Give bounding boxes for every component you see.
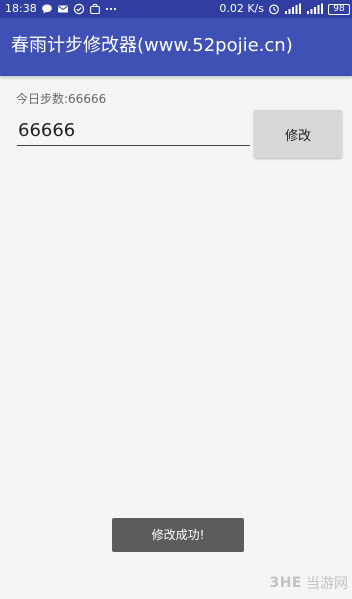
watermark-site: 当游网 [306,576,348,592]
app-bar: 春雨计步修改器(www.52pojie.cn) [0,18,352,76]
watermark: 3HE 当游网 [269,573,348,593]
status-time: 18:38 [5,2,37,15]
mail-icon [57,3,69,15]
network-speed: 0.02 K/s [219,2,264,15]
app-title: 春雨计步修改器(www.52pojie.cn) [11,35,293,56]
today-steps-label: 今日步数:66666 [16,92,107,106]
status-bar: 18:38 0.02 K/s 98 [0,0,352,18]
battery-level: 98 [333,3,345,14]
status-left-group: 18:38 [5,0,117,18]
toast-message: 修改成功! [112,518,244,552]
chat-bubble-icon [41,3,53,15]
steps-input[interactable] [17,116,250,146]
battery-icon: 98 [328,3,350,15]
watermark-brand: 3HE [269,575,302,591]
more-dots-icon [105,3,117,15]
alarm-icon [268,3,280,15]
modify-button[interactable]: 修改 [254,110,342,158]
status-right-group: 0.02 K/s 98 [219,0,350,18]
wifi-signal-icon [284,3,302,15]
check-circle-icon [73,3,85,15]
cell-signal-icon [306,3,324,15]
bag-icon [89,3,101,15]
